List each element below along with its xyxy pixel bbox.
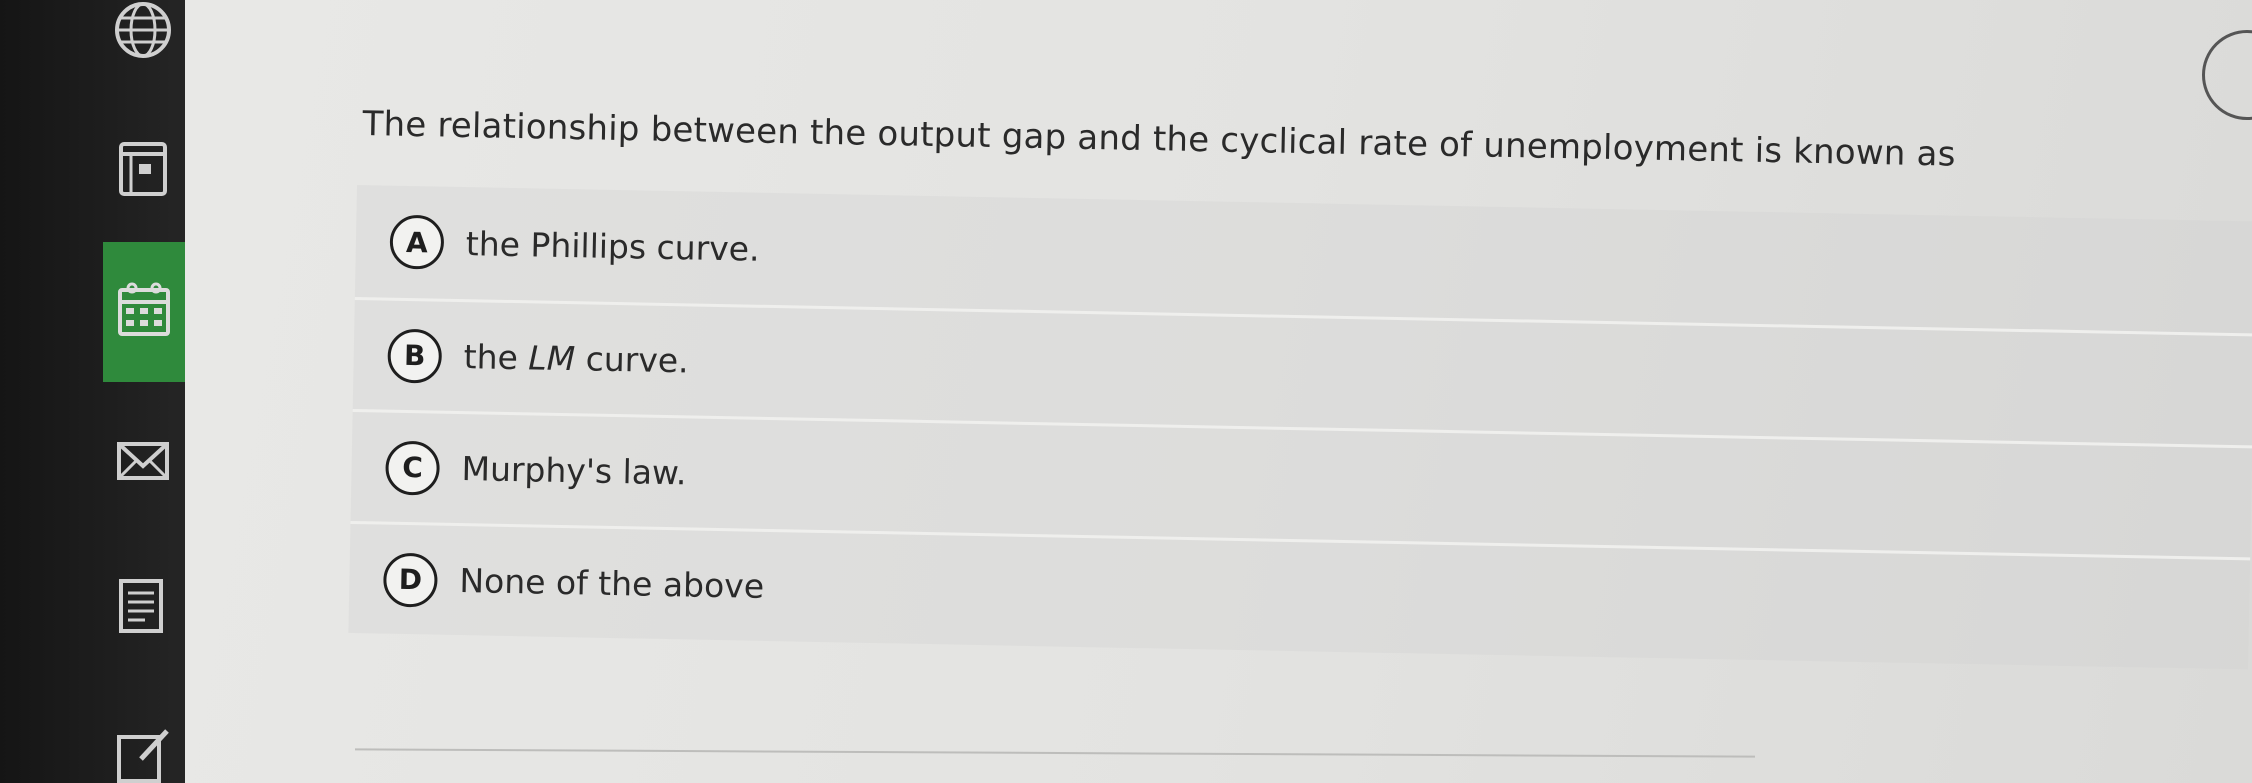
option-c-letter: C (385, 440, 441, 496)
option-d-letter: D (382, 552, 438, 608)
nav-mail[interactable] (100, 410, 185, 510)
option-d-text: None of the above (459, 561, 765, 606)
timer-icon[interactable] (2202, 30, 2252, 120)
option-a-letter: A (389, 214, 445, 270)
calendar-icon (118, 282, 170, 336)
option-b-text: the LM curve. (463, 337, 690, 381)
book-icon (118, 142, 167, 196)
mail-icon (116, 442, 169, 480)
nav-calendar[interactable] (103, 242, 185, 382)
edit-icon (116, 729, 169, 783)
question-text: The relationship between the output gap … (362, 104, 1956, 175)
nav-notes[interactable] (100, 555, 185, 655)
option-b-letter: B (387, 328, 443, 384)
nav-globe[interactable] (100, 0, 185, 80)
answer-options: A the Phillips curve. B the LM curve. C … (348, 185, 2252, 670)
screen: The relationship between the output gap … (0, 0, 2252, 783)
divider (355, 748, 1755, 758)
nav-book[interactable] (100, 118, 185, 218)
sidebar (0, 0, 185, 783)
nav-edit[interactable] (100, 705, 185, 783)
option-a-text: the Phillips curve. (465, 223, 760, 269)
option-c-text: Murphy's law. (461, 449, 687, 493)
notes-icon (118, 579, 163, 633)
globe-icon (114, 2, 171, 58)
question-panel: The relationship between the output gap … (185, 0, 2252, 783)
